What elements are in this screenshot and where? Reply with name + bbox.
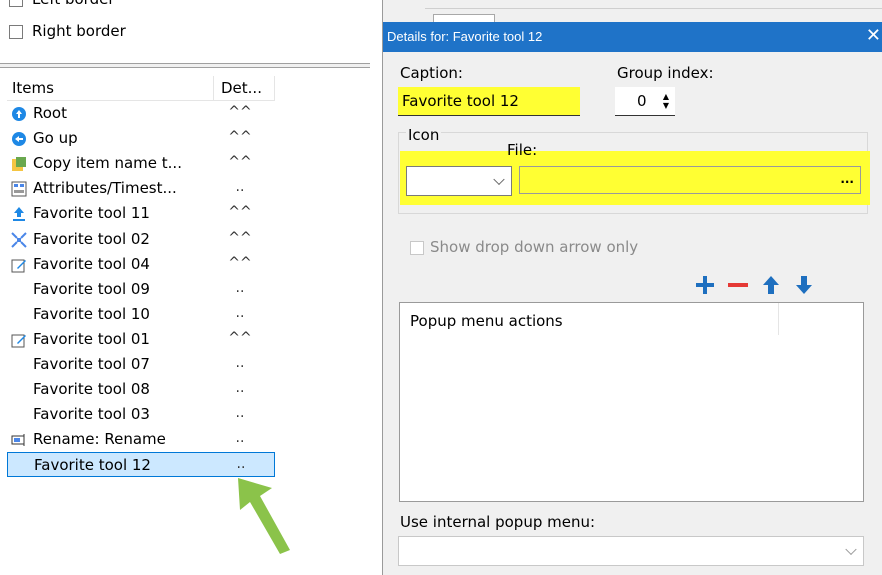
- list-item-label: Favorite tool 11: [33, 204, 150, 223]
- list-item-details: ^^: [228, 329, 252, 346]
- arrow-down-icon: [796, 276, 812, 294]
- rename-icon: [11, 432, 27, 448]
- annotation-arrow-icon: [238, 478, 290, 554]
- popup-actions-header[interactable]: Popup menu actions: [410, 312, 563, 330]
- close-icon[interactable]: ✕: [866, 25, 881, 46]
- use-internal-dropdown[interactable]: [398, 536, 864, 566]
- list-item-label: Favorite tool 04: [33, 254, 150, 273]
- list-item[interactable]: Favorite tool 10..: [7, 302, 275, 327]
- copy-icon: [11, 156, 27, 172]
- file-label: File:: [507, 141, 538, 159]
- list-item-details: ^^: [228, 254, 252, 271]
- caption-label: Caption:: [400, 64, 463, 82]
- group-index-value: 0: [637, 92, 647, 110]
- column-items[interactable]: Items: [12, 79, 54, 97]
- splitter[interactable]: [0, 63, 370, 68]
- move-up-button[interactable]: [760, 274, 782, 296]
- list-item[interactable]: Root ^^: [7, 101, 275, 126]
- caption-value: Favorite tool 12: [402, 92, 519, 110]
- list-item-details: ^^: [228, 104, 252, 120]
- list-item-label: Copy item name t...: [33, 154, 182, 173]
- list-item[interactable]: Favorite tool 01 ^^: [7, 327, 275, 352]
- list-item-details: ..: [236, 456, 246, 473]
- list-item-label: Rename: Rename: [33, 430, 166, 449]
- list-item-details: ^^: [228, 229, 252, 246]
- list-item-details: ..: [235, 355, 245, 371]
- move-down-button[interactable]: [793, 274, 815, 296]
- add-button[interactable]: [694, 274, 716, 296]
- list-item[interactable]: Copy item name t... ^^: [7, 151, 275, 176]
- list-item-details: ^^: [228, 154, 252, 171]
- list-item-label: Favorite tool 10: [33, 304, 150, 323]
- list-item-label: Favorite tool 07: [33, 355, 150, 373]
- list-item-label: Favorite tool 03: [33, 405, 150, 424]
- list-item-details: ..: [235, 405, 245, 422]
- spin-arrows-icon[interactable]: ▲ ▼: [663, 92, 669, 110]
- right-border-label: Right border: [32, 22, 126, 40]
- column-separator: [213, 76, 214, 100]
- list-item-label: Favorite tool 12: [34, 456, 151, 475]
- list-item[interactable]: Favorite tool 08..: [7, 377, 275, 402]
- list-header: Items Det...: [7, 76, 275, 101]
- list-item[interactable]: Favorite tool 09..: [7, 277, 275, 302]
- group-index-stepper[interactable]: 0 ▲ ▼: [615, 87, 675, 116]
- list-item-details: ^^: [228, 129, 252, 146]
- list-item-label: Favorite tool 02: [33, 229, 150, 248]
- group-index-label: Group index:: [617, 64, 714, 82]
- list-item[interactable]: Rename: Rename..: [7, 427, 275, 452]
- compress-icon: [11, 231, 27, 248]
- caption-input[interactable]: Favorite tool 12: [398, 87, 580, 116]
- list-item[interactable]: Favorite tool 04 ^^: [7, 252, 275, 277]
- root-icon: [11, 106, 27, 122]
- list-item[interactable]: Favorite tool 07..: [7, 352, 275, 377]
- right-border-checkbox[interactable]: [9, 25, 23, 39]
- list-item-details: ..: [235, 304, 245, 321]
- chevron-down-icon: [493, 173, 505, 186]
- list-item-details: ..: [235, 380, 245, 397]
- upload-icon: [11, 206, 27, 222]
- show-dropdown-label: Show drop down arrow only: [430, 238, 639, 256]
- edit-icon: [11, 332, 27, 348]
- list-item-details: ..: [235, 179, 245, 196]
- left-border-label: Left border: [32, 0, 115, 8]
- details-title-bar: Details for: Favorite tool 12 ✕: [383, 22, 882, 52]
- list-item-label: Go up: [33, 129, 78, 148]
- column-separator: [778, 303, 779, 335]
- plus-icon: [696, 276, 714, 294]
- edit-icon: [11, 257, 27, 273]
- column-separator: [274, 76, 275, 100]
- list-item-details: ..: [235, 430, 245, 447]
- chevron-down-icon: [845, 543, 857, 556]
- list-item-label: Attributes/Timest...: [33, 179, 177, 198]
- browse-button[interactable]: ...: [840, 172, 854, 186]
- list-item[interactable]: Favorite tool 11 ^^: [7, 201, 275, 226]
- list-item-details: ..: [235, 279, 245, 296]
- list-item-label: Favorite tool 08: [33, 380, 150, 399]
- arrow-up-icon: [763, 276, 779, 294]
- list-item-details: ^^: [228, 204, 252, 221]
- list-item-label: Favorite tool 09: [33, 279, 150, 298]
- list-item-label: Favorite tool 01: [33, 329, 150, 348]
- details-title: Details for: Favorite tool 12: [387, 29, 543, 44]
- minus-icon: [728, 283, 748, 287]
- column-details[interactable]: Det...: [221, 79, 262, 97]
- go-up-icon: [11, 131, 27, 147]
- list-item[interactable]: Go up ^^: [7, 126, 275, 151]
- list-item[interactable]: Favorite tool 03..: [7, 402, 275, 427]
- top-strip: [425, 0, 882, 9]
- remove-button[interactable]: [727, 274, 749, 296]
- icon-group-label: Icon: [406, 126, 442, 144]
- use-internal-label: Use internal popup menu:: [400, 513, 596, 531]
- list-item-label: Root: [33, 104, 67, 122]
- icon-dropdown[interactable]: [406, 166, 512, 196]
- list-item[interactable]: Favorite tool 02 ^^: [7, 227, 275, 252]
- file-input[interactable]: ...: [519, 166, 861, 194]
- attributes-icon: [11, 181, 27, 197]
- left-border-checkbox[interactable]: [9, 0, 23, 7]
- show-dropdown-checkbox[interactable]: [410, 241, 424, 255]
- popup-actions-list[interactable]: Popup menu actions: [399, 302, 864, 502]
- list-item[interactable]: Attributes/Timest.....: [7, 176, 275, 201]
